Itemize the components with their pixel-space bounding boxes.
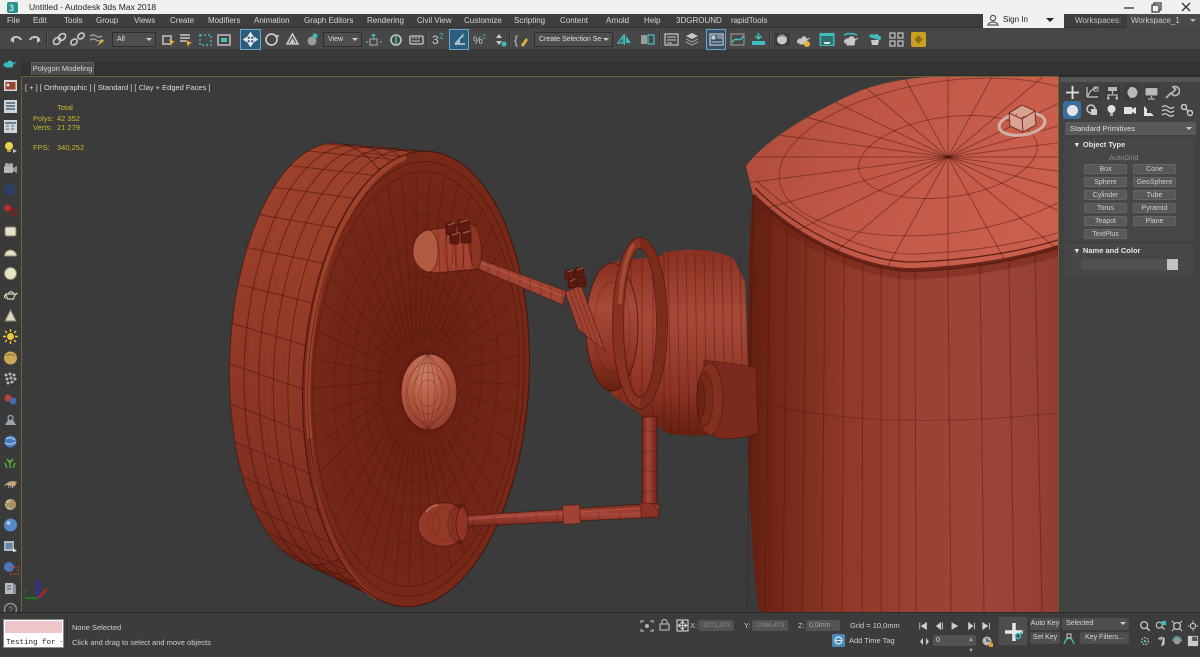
svg-text:2: 2 — [482, 34, 486, 41]
svg-text:Verts:: Verts: — [33, 123, 52, 132]
svg-text:42 352: 42 352 — [57, 114, 80, 123]
svg-text:21 279: 21 279 — [57, 123, 80, 132]
svg-text:2: 2 — [439, 32, 444, 41]
svg-text:340,252: 340,252 — [57, 143, 84, 152]
svg-text:OS: OS — [4, 503, 12, 509]
svg-text:HF: HF — [8, 484, 15, 490]
svg-text:2: 2 — [461, 33, 465, 40]
svg-text:3: 3 — [9, 3, 14, 13]
svg-text:Total: Total — [57, 103, 73, 112]
svg-text:3: 3 — [432, 33, 439, 47]
svg-text:Y: Y — [23, 589, 28, 596]
svg-text:FPS:: FPS: — [33, 143, 50, 152]
svg-text:[ + ] [ Orthographic ] [ Stand: [ + ] [ Orthographic ] [ Standard ] [ Cl… — [25, 83, 211, 92]
svg-text:Polys:: Polys: — [33, 114, 53, 123]
svg-text:{: { — [514, 33, 518, 47]
